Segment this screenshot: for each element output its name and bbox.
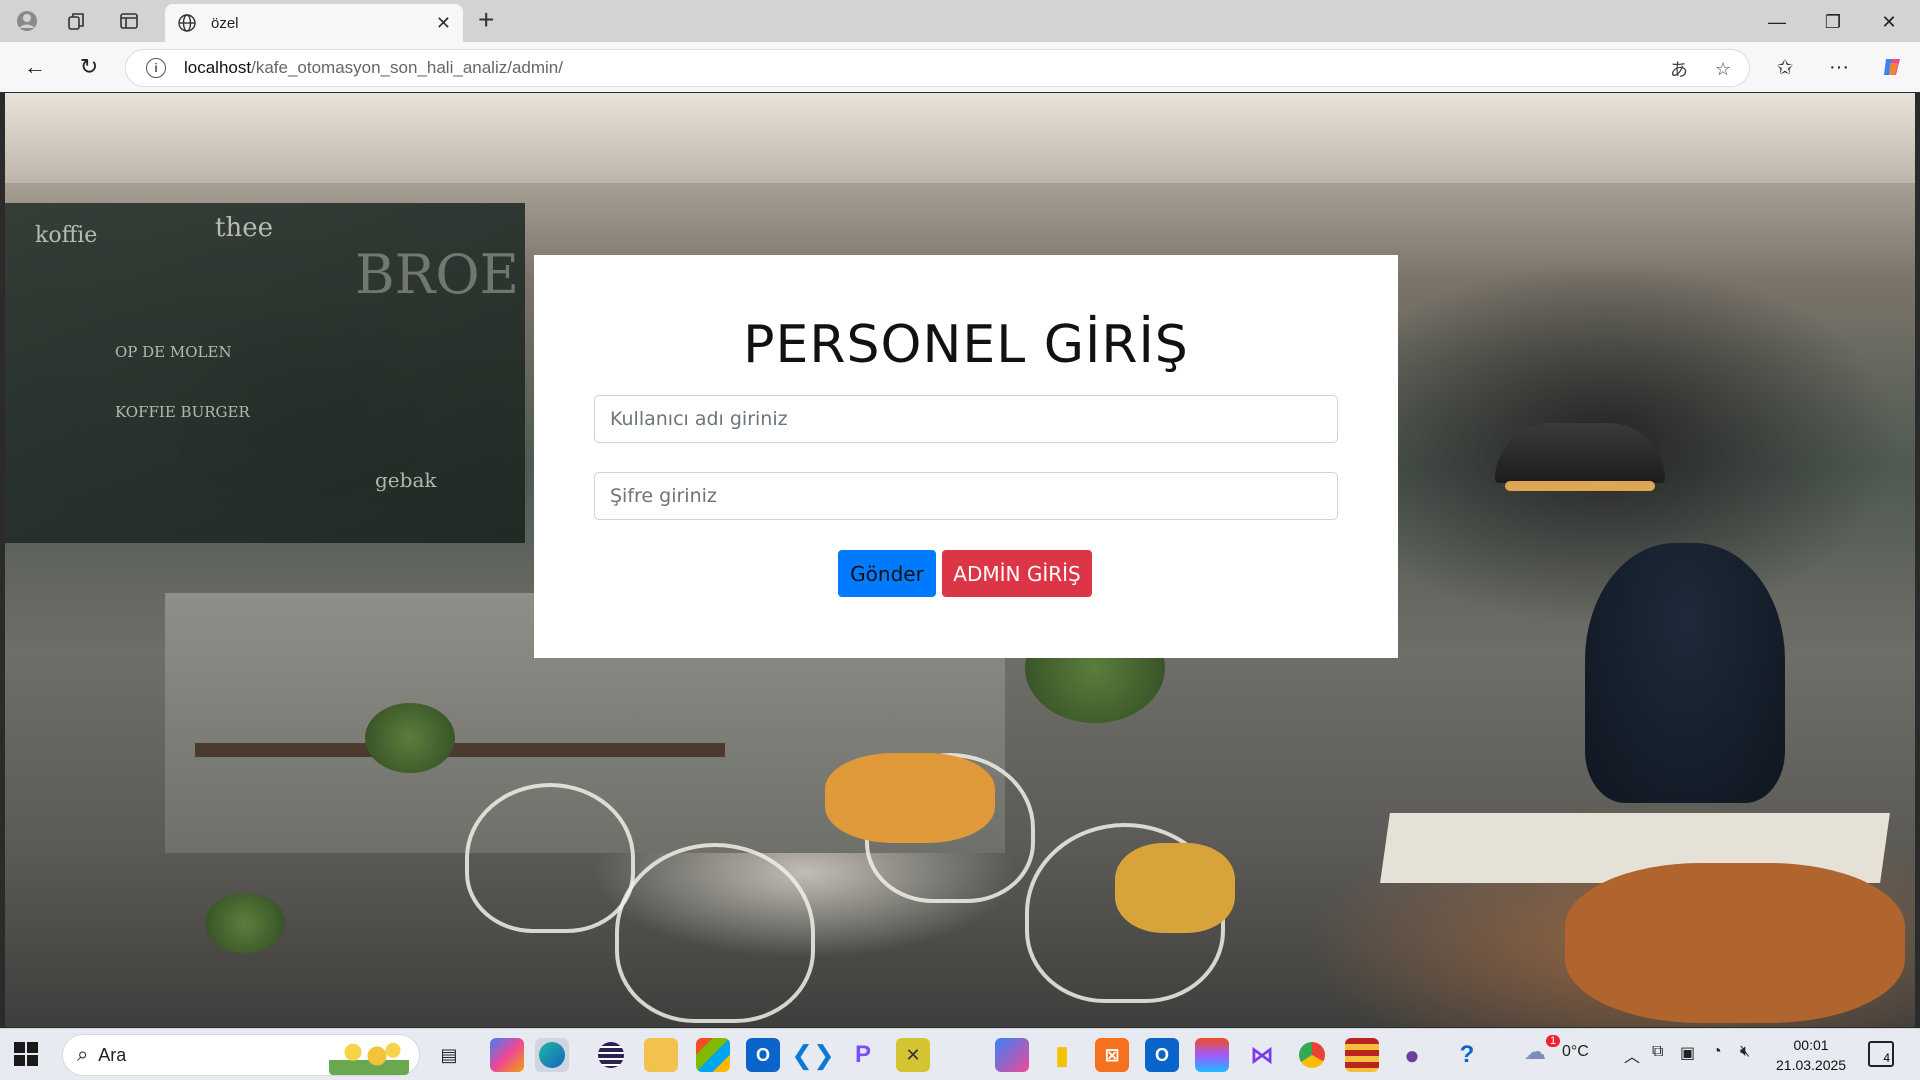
chalk-text: koffie (35, 223, 98, 248)
submit-button[interactable]: Gönder (838, 550, 936, 597)
weather-icon[interactable]: ☁ (1524, 1039, 1546, 1065)
workspaces-icon[interactable] (60, 7, 94, 35)
profile-icon[interactable] (10, 7, 44, 35)
background-plant (365, 703, 455, 773)
new-tab-icon[interactable]: + (478, 6, 494, 34)
background-lamp (1495, 423, 1665, 483)
github-icon[interactable]: ● (1395, 1038, 1429, 1072)
volume-muted-icon[interactable]: 🔇︎ (1740, 1043, 1750, 1061)
background-cushion (1115, 843, 1235, 933)
eclipse-icon[interactable] (594, 1038, 628, 1072)
visual-studio-icon[interactable]: ⋈ (1245, 1038, 1279, 1072)
reload-icon[interactable]: ↻ (72, 52, 106, 82)
notification-count: 4 (1883, 1051, 1890, 1065)
search-highlight-image (329, 1037, 409, 1075)
winrar-icon[interactable] (1345, 1038, 1379, 1072)
address-bar[interactable]: i localhost/kafe_otomasyon_son_hali_anal… (125, 49, 1750, 87)
outlook-new-icon[interactable]: O (1145, 1038, 1179, 1072)
store-icon[interactable] (696, 1038, 730, 1072)
clock-date: 21.03.2025 (1776, 1057, 1847, 1073)
background-chair (615, 843, 815, 1023)
site-info-icon[interactable]: i (146, 58, 166, 78)
tray-app-icon[interactable]: ⧉ (1652, 1043, 1663, 1061)
chalk-text: gebak (375, 468, 437, 492)
file-explorer-icon[interactable] (644, 1038, 678, 1072)
m365-icon[interactable] (995, 1038, 1029, 1072)
search-label: Ara (98, 1044, 127, 1065)
background-plant (205, 893, 285, 953)
background-chalkboard: koffie thee BROE OP DE MOLEN KOFFIE BURG… (5, 203, 525, 543)
background-lamp-glow (1505, 481, 1655, 491)
restore-icon[interactable]: ❐ (1810, 8, 1856, 36)
weather-temp[interactable]: 0°C (1562, 1043, 1589, 1061)
chevron-up-icon[interactable]: ︿ (1624, 1043, 1640, 1067)
search-icon: ⌕ (77, 1043, 89, 1066)
username-input[interactable] (594, 395, 1338, 443)
taskbar: ⌕ Ara ▤ O ❮❯ P ✕ ▮ ⊠ O ⋈ ● ? ☁ 1 0°C ︿ ⧉… (0, 1028, 1920, 1080)
tab-actions-icon[interactable] (112, 7, 146, 35)
background-chair (465, 783, 635, 933)
url-host: localhost (184, 58, 252, 77)
url-path: /kafe_otomasyon_son_hali_analiz/admin/ (251, 58, 563, 77)
background-ceiling (5, 93, 1915, 183)
picsart-icon[interactable]: P (846, 1038, 880, 1072)
xampp-icon[interactable]: ⊠ (1095, 1038, 1129, 1072)
background-person (1585, 543, 1785, 803)
vscode-icon[interactable]: ❮❯ (791, 1038, 835, 1072)
minimize-icon[interactable]: — (1754, 8, 1800, 36)
tab-title: özel (211, 14, 239, 32)
start-icon[interactable] (14, 1042, 38, 1066)
outlook-icon[interactable]: O (746, 1038, 780, 1072)
chalk-text: thee (215, 213, 273, 243)
background-cushion (825, 753, 995, 843)
more-menu-icon[interactable]: ··· (1822, 52, 1856, 82)
wifi-icon[interactable]: ◔ (1712, 1043, 1722, 1061)
copilot-icon[interactable] (1876, 52, 1910, 82)
browser-toolbar: ← ↻ i localhost/kafe_otomasyon_son_hali_… (0, 42, 1920, 92)
close-window-icon[interactable]: ✕ (1866, 8, 1912, 36)
task-view-icon[interactable]: ▤ (432, 1038, 466, 1072)
favorites-icon[interactable]: ✩ (1768, 52, 1802, 82)
tray-monitor-icon[interactable]: ▣ (1680, 1043, 1695, 1063)
close-tab-icon[interactable]: ✕ (436, 13, 451, 34)
power-bi-icon[interactable]: ▮ (1045, 1038, 1079, 1072)
figma-icon[interactable] (1195, 1038, 1229, 1072)
notification-icon[interactable]: 4 (1868, 1041, 1894, 1067)
taskbar-search[interactable]: ⌕ Ara (62, 1034, 420, 1076)
translate-icon[interactable]: あ (1666, 56, 1692, 82)
help-icon[interactable]: ? (1450, 1038, 1484, 1072)
login-card: PERSONEL GİRİŞ Gönder ADMİN GİRİŞ (534, 255, 1398, 658)
tab-active[interactable]: özel ✕ (165, 4, 463, 42)
chrome-icon[interactable] (1295, 1038, 1329, 1072)
edge-icon[interactable] (535, 1038, 569, 1072)
back-icon[interactable]: ← (18, 52, 52, 82)
favorite-star-icon[interactable]: ☆ (1710, 56, 1736, 82)
admin-login-button[interactable]: ADMİN GİRİŞ (942, 550, 1092, 597)
chalk-text: KOFFIE BURGER (115, 403, 250, 421)
browser-tabbar: özel ✕ + — ❐ ✕ (0, 0, 1920, 42)
tool-app-icon[interactable]: ✕ (896, 1038, 930, 1072)
copilot-app-icon[interactable] (490, 1038, 524, 1072)
globe-icon (178, 14, 196, 32)
background-chair-leather (1565, 863, 1905, 1023)
login-title: PERSONEL GİRİŞ (743, 315, 1189, 375)
clock-time: 00:01 (1793, 1037, 1829, 1053)
weather-badge: 1 (1546, 1035, 1561, 1047)
clock[interactable]: 00:01 21.03.2025 (1776, 1035, 1846, 1075)
background-shelf (195, 743, 725, 757)
page-viewport: koffie thee BROE OP DE MOLEN KOFFIE BURG… (5, 93, 1915, 1027)
password-input[interactable] (594, 472, 1338, 520)
chalk-text: BROE (355, 243, 520, 306)
chalk-text: OP DE MOLEN (115, 343, 232, 361)
